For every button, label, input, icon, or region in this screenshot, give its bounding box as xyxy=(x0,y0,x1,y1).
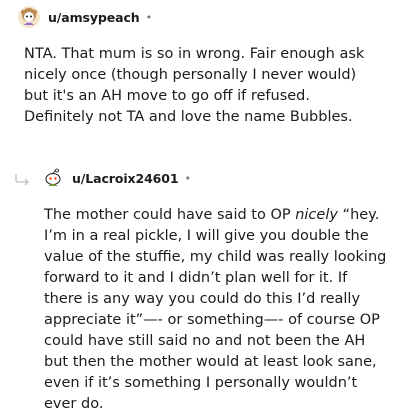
separator-dot: • xyxy=(145,10,153,24)
comment-body-emphasis: nicely xyxy=(295,207,338,223)
username[interactable]: u/Lacroix24601 xyxy=(72,171,179,186)
comment-header: u/Lacroix24601 • xyxy=(14,167,191,189)
separator-dot: • xyxy=(184,171,191,185)
snoo-avatar-girl-icon xyxy=(18,6,40,28)
username[interactable]: u/amsypeach xyxy=(48,10,140,25)
comment-header: u/amsypeach • xyxy=(18,6,152,28)
comment-body-text: The mother could have said to OP xyxy=(44,207,296,223)
comment-body: NTA. That mum is so in wrong. Fair enoug… xyxy=(24,46,365,125)
snoo-avatar-icon xyxy=(42,167,64,189)
comment-body: The mother could have said to OP nicely … xyxy=(44,205,389,415)
user-avatar[interactable] xyxy=(42,167,64,189)
comment-body-text: “hey. I’m in a real pickle, I will give … xyxy=(44,207,387,412)
user-avatar[interactable] xyxy=(18,6,40,28)
reply-arrow-icon xyxy=(14,171,32,186)
